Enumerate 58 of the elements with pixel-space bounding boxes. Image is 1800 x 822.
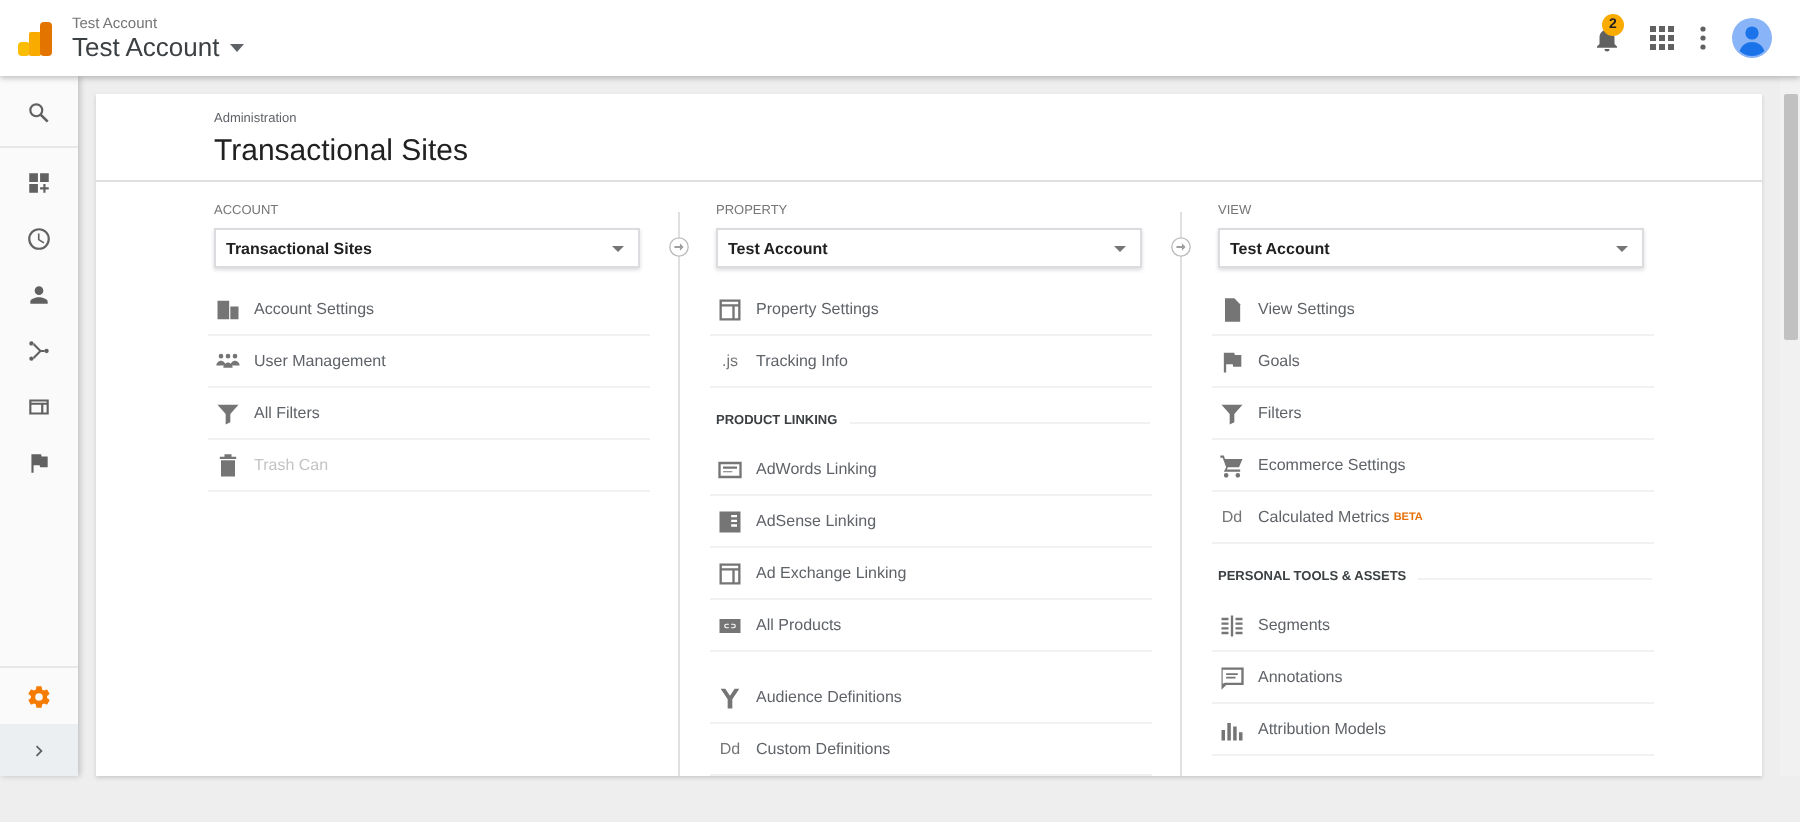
caret-icon <box>1616 245 1628 251</box>
admin-link[interactable]: Annotations <box>1258 668 1343 686</box>
branching-icon <box>26 337 52 363</box>
admin-link[interactable]: AdWords Linking <box>756 460 877 478</box>
browser-window-icon <box>26 393 52 419</box>
building-icon <box>214 295 242 323</box>
admin-link[interactable]: Filters <box>1258 404 1302 422</box>
arrow-circle-icon <box>668 236 690 258</box>
bar-chart-logo-icon[interactable] <box>18 21 52 55</box>
admin-link[interactable]: Segments <box>1258 616 1331 634</box>
admin-link[interactable]: Goals <box>1258 352 1300 370</box>
trash-icon <box>214 451 242 479</box>
admin-link[interactable]: User Management <box>254 352 386 370</box>
arrow-circle-icon <box>1170 236 1192 258</box>
caret-icon <box>1114 245 1126 251</box>
flag-icon <box>1218 347 1246 375</box>
funnel-icon <box>1218 399 1246 427</box>
admin-link[interactable]: Calculated Metrics <box>1258 508 1390 526</box>
admin-link[interactable]: Attribution Models <box>1258 720 1387 738</box>
person-icon <box>26 281 52 307</box>
admin-link[interactable]: Property Settings <box>756 300 879 318</box>
admin-link[interactable]: Ad Exchange Linking <box>756 564 907 582</box>
admin-link[interactable]: Ecommerce Settings <box>1258 456 1406 474</box>
admin-link[interactable]: Account Settings <box>254 300 375 318</box>
dashboard-icon <box>26 169 52 195</box>
funnel-icon <box>214 399 242 427</box>
dropdown-select[interactable]: Test Account <box>716 228 1142 268</box>
text-icon: Dd <box>1218 508 1246 526</box>
cart-icon <box>1218 451 1246 479</box>
admin-link[interactable]: AdSense Linking <box>756 512 877 530</box>
apps-grid-icon[interactable] <box>1650 26 1674 50</box>
panel-icon <box>716 507 744 535</box>
admin-link[interactable]: All Filters <box>254 404 320 422</box>
comment-icon <box>1218 663 1246 691</box>
clock-icon <box>26 225 52 251</box>
layout-icon <box>716 295 744 323</box>
caret-icon <box>612 245 624 251</box>
text-icon: .js <box>716 352 744 370</box>
account-picker[interactable]: Test Account <box>72 31 244 63</box>
admin-link[interactable]: All Products <box>756 616 842 634</box>
admin-link[interactable]: Custom Definitions <box>756 740 891 758</box>
scrollbar-thumb[interactable] <box>1783 94 1797 340</box>
settings-icon <box>26 683 52 709</box>
more-menu-icon[interactable] <box>1700 26 1706 50</box>
avatar-icon[interactable] <box>1732 18 1772 58</box>
layout-icon <box>716 559 744 587</box>
search-icon <box>26 99 52 125</box>
segments-icon <box>1218 611 1246 639</box>
fork-icon <box>716 683 744 711</box>
flag-icon <box>26 449 52 475</box>
caret-icon <box>229 43 244 51</box>
admin-link[interactable]: View Settings <box>1258 300 1355 318</box>
admin-link[interactable]: Tracking Info <box>756 352 848 370</box>
admin-link[interactable]: Audience Definitions <box>756 688 902 706</box>
page-title: Transactional Sites <box>214 132 471 170</box>
dropdown-select[interactable]: Test Account <box>1218 228 1644 268</box>
dropdown-select[interactable]: Transactional Sites <box>214 228 640 268</box>
text-icon: Dd <box>716 740 744 758</box>
